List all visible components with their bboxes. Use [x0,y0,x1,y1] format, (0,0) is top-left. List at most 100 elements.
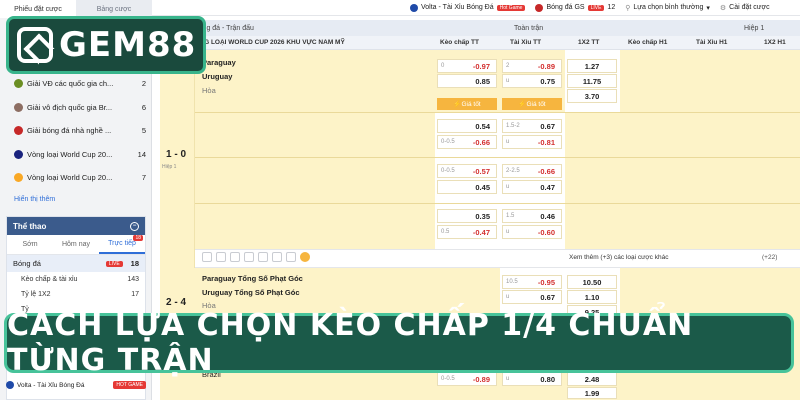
show-more-link[interactable]: Hiển thị thêm [14,196,55,203]
info-icon[interactable] [272,252,282,262]
odds-cell[interactable]: u -0.81 [502,135,562,149]
odds-cell[interactable]: 0.85 [437,74,497,88]
settings-button[interactable]: ⚙ Cài đặt cược [720,4,770,12]
league-count: 14 [137,149,146,159]
league-label: Giải vô địch quốc gia Br... [27,102,113,112]
league-item[interactable]: Vòng loại World Cup 20... 7 [0,166,152,190]
best-price-badge: ⚡ Giá tốt [502,98,562,110]
odds-value: -0.66 [537,166,555,176]
odds-handicap: u [506,139,510,145]
league-label: Vòng loại World Cup 20... [27,173,113,183]
header-full-match: Toàn trận [514,24,544,32]
league-list: Giải VĐ các quốc gia ch... 2 Giải vô địc… [0,72,152,190]
filter-icon: ⚲ [625,4,631,12]
col-ou-ft: Tài Xỉu TT [510,39,542,46]
bottom-promo[interactable]: Volta - Tài Xỉu Bóng Đá HOT GAME [6,378,146,392]
hot-game-badge: HOT GAME [113,381,146,389]
away-team: Uruguay Tổng Số Phạt Góc [202,288,300,297]
odds-cell[interactable]: 2 -0.89 [502,59,562,73]
odds-cell[interactable]: 1.5-2 0.67 [502,119,562,133]
odds-cell[interactable]: 0.54 [437,119,497,133]
draw-label: Hòa [202,86,216,95]
tab-early[interactable]: Sớm [7,235,53,254]
odds-1x2-home[interactable]: 10.50 [567,275,617,289]
video-icon[interactable] [286,252,296,262]
row-divider [195,203,800,204]
odds-value: -0.66 [472,137,490,147]
gs-football-link[interactable]: Bóng đá GS LIVE 12 [535,3,615,12]
odds-value: -0.95 [537,277,555,287]
league-label: Giải bóng đá nhà nghề ... [27,126,112,136]
home-team: Paraguay [202,58,236,67]
odds-cell[interactable]: 1.5 0.46 [502,209,562,223]
league-label: Vòng loại World Cup 20... [27,149,113,159]
odds-cell[interactable]: 0-0.5 -0.66 [437,135,497,149]
sport-item-count: 18 [130,259,139,268]
sub-item-count: 143 [127,276,139,283]
odds-cell[interactable]: 2-2.5 -0.66 [502,164,562,178]
odds-cell[interactable]: u -0.60 [502,225,562,239]
collapse-icon[interactable]: − [130,221,139,231]
tab-today[interactable]: Hôm nay [53,235,99,254]
chart-icon[interactable] [216,252,226,262]
hot-game-badge: Hot Game [496,4,526,11]
odds-cell[interactable]: 10.5 -0.95 [502,275,562,289]
odds-value: -0.60 [537,227,555,237]
odds-cell[interactable]: 0.35 [437,209,497,223]
stats-icon[interactable] [202,252,212,262]
odds-handicap: 0 [441,63,445,69]
coin-icon[interactable] [300,252,310,262]
odds-1x2[interactable]: 1.99 [567,387,617,399]
odds-cell[interactable]: 0.45 [437,180,497,194]
odds-cell[interactable]: 0.5 -0.47 [437,225,497,239]
odds-1x2-away[interactable]: 11.75 [567,74,617,88]
tv-icon[interactable] [230,252,240,262]
sub-item-count: 17 [131,291,139,298]
best-price-label: Giá tốt [461,100,481,108]
odds-1x2-draw[interactable]: 3.70 [567,89,617,103]
odds-handicap: 0-0.5 [441,139,455,145]
odds-handicap: 0-0.5 [441,168,455,174]
league-item[interactable]: Giải VĐ các quốc gia ch... 2 [0,72,152,96]
odds-value: 0.54 [475,121,490,131]
sub-item[interactable]: Tỷ lệ 1X2 17 [7,287,145,302]
odds-cell[interactable]: u 0.67 [502,290,562,304]
col-handicap-h1: Kèo chấp H1 [628,39,668,46]
star-icon[interactable] [258,252,268,262]
odds-cell[interactable]: 0 -0.97 [437,59,497,73]
col-ou-h1: Tài Xỉu H1 [696,39,728,46]
volta-link[interactable]: Volta - Tài Xỉu Bóng Đá Hot Game [410,3,526,12]
odds-1x2-home[interactable]: 1.27 [567,59,617,73]
promo-label: Volta - Tài Xỉu Bóng Đá [17,381,85,389]
tab-live[interactable]: Trực tiếp 18 [99,235,145,254]
league-count: 6 [141,102,146,112]
sport-item-football[interactable]: Bóng đá LIVE 18 [7,255,145,272]
sub-item[interactable]: Kèo chấp & tài xỉu 143 [7,272,145,287]
more-bets-link[interactable]: Xem thêm (+3) các loại cược khác [569,254,668,261]
odds-cell[interactable]: u 0.47 [502,180,562,194]
col-1x2-h1: 1X2 H1 [764,39,786,46]
volta-icon [6,381,14,389]
view-select[interactable]: ⚲ Lựa chọn bình thường ▾ [625,4,710,12]
odds-handicap: 2 [506,63,510,69]
odds-value: 0.45 [475,182,490,192]
logo-text: GEM88 [59,25,197,65]
league-item[interactable]: Giải vô địch quốc gia Br... 6 [0,96,152,120]
odds-value: 0.67 [540,121,555,131]
odds-handicap: 10.5 [506,279,518,285]
pitch-icon[interactable] [244,252,254,262]
chevron-down-icon: ▾ [706,4,710,12]
league-count: 5 [141,126,146,136]
gs-label: Bóng đá GS [546,4,585,11]
more-markets-count[interactable]: (+22) [762,254,777,261]
odds-1x2-away[interactable]: 1.10 [567,290,617,304]
odds-cell[interactable]: u 0.75 [502,74,562,88]
sub-item-label: Tỷ lệ 1X2 [21,291,51,298]
odds-cell[interactable]: 0-0.5 -0.57 [437,164,497,178]
odds-handicap: 2-2.5 [506,168,520,174]
tab-live-label: Trực tiếp [108,240,136,247]
league-item[interactable]: Giải bóng đá nhà nghề ... 5 [0,119,152,143]
live-badge: LIVE [587,4,605,11]
league-item[interactable]: Vòng loại World Cup 20... 14 [0,143,152,167]
header-half1: Hiệp 1 [744,24,765,32]
